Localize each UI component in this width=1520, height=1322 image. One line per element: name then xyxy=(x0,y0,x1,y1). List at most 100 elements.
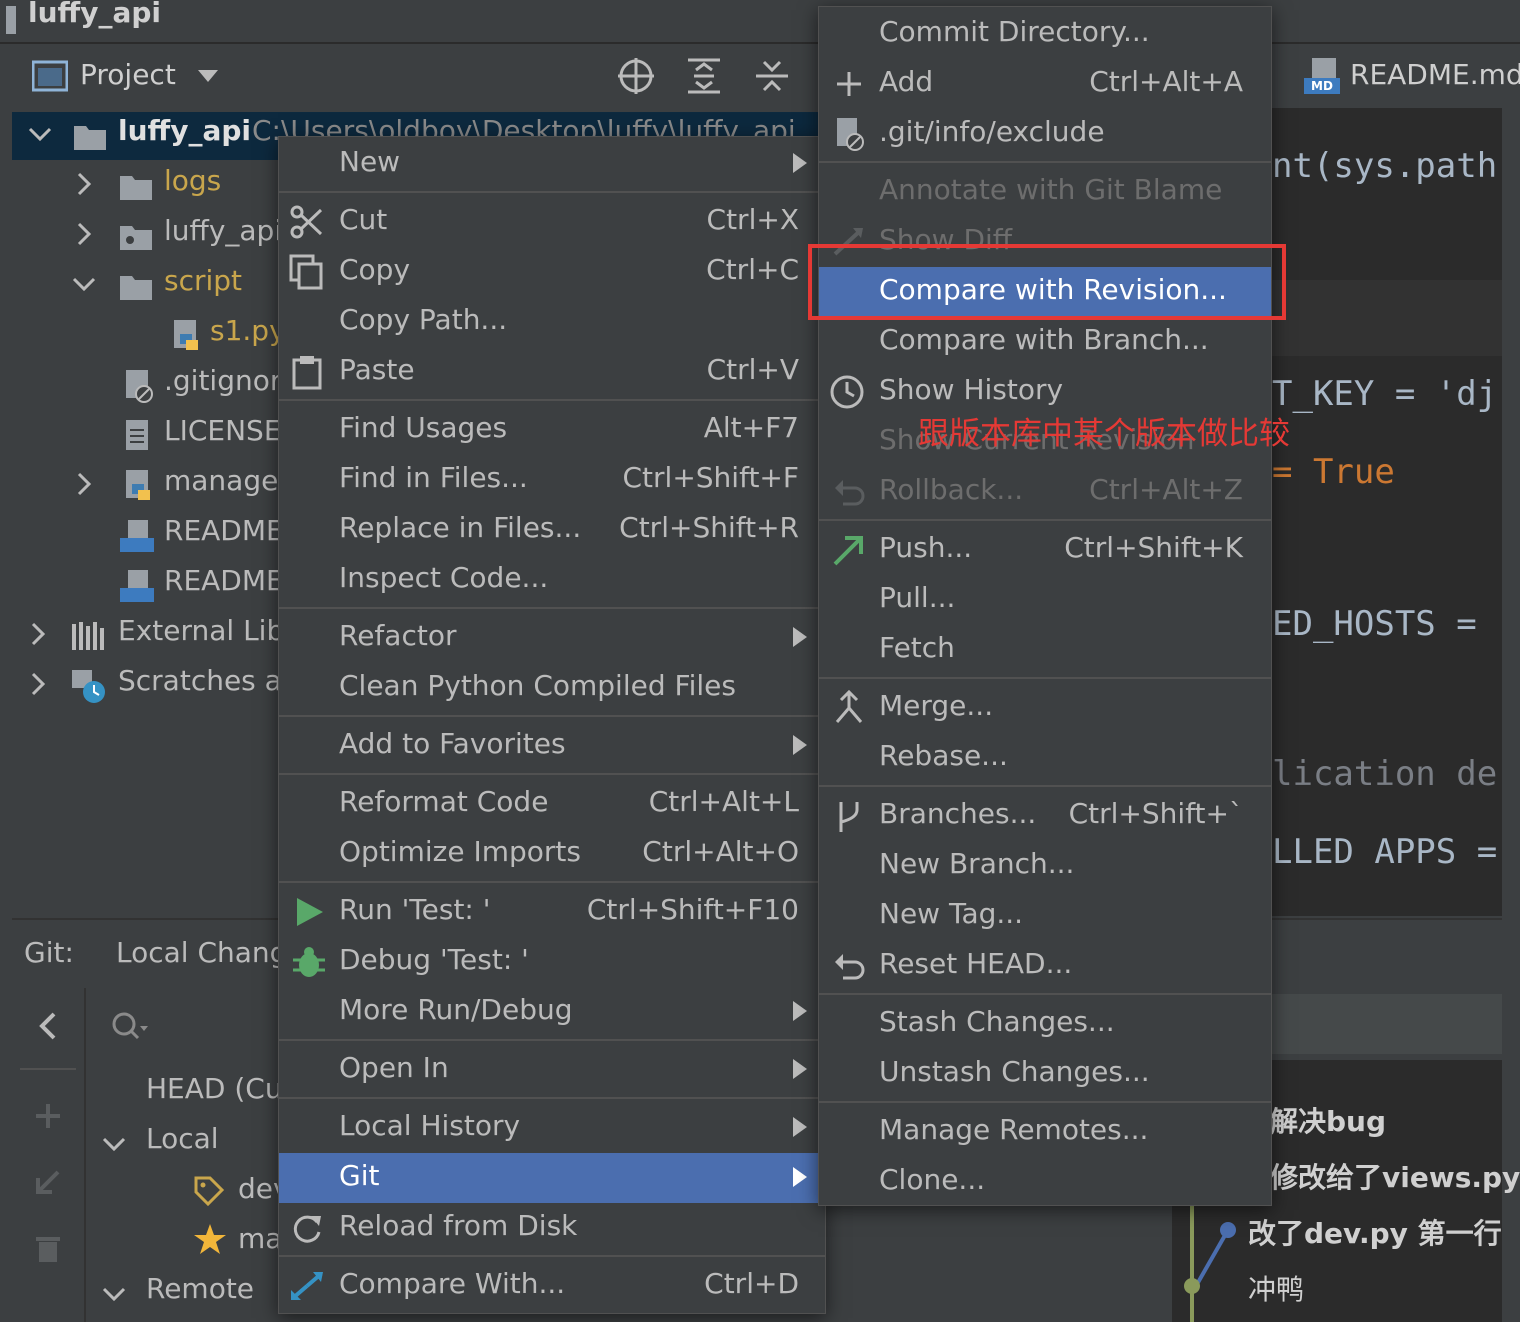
scratches-icon xyxy=(72,670,105,703)
menu-item-find-in-files[interactable]: Find in Files... Ctrl+Shift+F xyxy=(279,455,825,505)
chevron-right-icon[interactable] xyxy=(24,620,52,648)
menu-item-branches[interactable]: Branches... Ctrl+Shift+` xyxy=(819,791,1271,841)
menu-item-label: Git xyxy=(339,1159,380,1192)
menu-item-shortcut: Ctrl+Alt+L xyxy=(648,785,799,818)
menu-item-reload-from-disk[interactable]: Reload from Disk xyxy=(279,1203,825,1253)
commit-message[interactable]: 修改给了views.py的最 xyxy=(1270,1156,1520,1196)
branch-search[interactable] xyxy=(86,992,286,1060)
menu-item-merge[interactable]: Merge... xyxy=(819,683,1271,733)
code-editor[interactable] xyxy=(1270,108,1502,916)
title-bar: luffy_api xyxy=(0,0,1520,44)
menu-item-commit-directory[interactable]: Commit Directory... xyxy=(819,9,1271,59)
project-view-selector[interactable]: Project xyxy=(80,58,176,91)
menu-item-inspect-code[interactable]: Inspect Code... xyxy=(279,555,825,605)
chevron-right-icon[interactable] xyxy=(24,670,52,698)
menu-item-rebase[interactable]: Rebase... xyxy=(819,733,1271,783)
commit-message[interactable]: 冲鸭 xyxy=(1248,1268,1304,1308)
editor-tab-readme[interactable]: README.md xyxy=(1350,58,1520,91)
menu-item-git-info-exclude[interactable]: .git/info/exclude xyxy=(819,109,1271,159)
checkout-arrow-icon[interactable] xyxy=(32,1166,64,1198)
chevron-down-icon[interactable] xyxy=(196,68,220,84)
menu-item-annotate-git-blame[interactable]: Annotate with Git Blame xyxy=(819,167,1271,217)
menu-item-reformat-code[interactable]: Reformat Code Ctrl+Alt+L xyxy=(279,779,825,829)
menu-item-new-branch[interactable]: New Branch... xyxy=(819,841,1271,891)
paste-icon xyxy=(292,356,322,390)
clock-icon xyxy=(830,375,864,409)
branch-group-remote[interactable]: Remote xyxy=(146,1272,254,1305)
menu-item-optimize-imports[interactable]: Optimize Imports Ctrl+Alt+O xyxy=(279,829,825,879)
menu-item-find-usages[interactable]: Find Usages Alt+F7 xyxy=(279,405,825,455)
chevron-down-icon[interactable] xyxy=(26,120,54,148)
chevron-down-icon[interactable] xyxy=(70,270,98,298)
menu-item-label: Replace in Files... xyxy=(339,511,582,544)
menu-separator xyxy=(279,607,825,609)
menu-item-shortcut: Ctrl+Shift+F xyxy=(622,461,800,494)
menu-item-paste[interactable]: Paste Ctrl+V xyxy=(279,347,825,397)
menu-item-shortcut: Ctrl+D xyxy=(704,1267,799,1300)
menu-separator xyxy=(279,1039,825,1041)
menu-item-git[interactable]: Git xyxy=(279,1153,825,1203)
menu-item-clone[interactable]: Clone... xyxy=(819,1157,1271,1207)
menu-item-push[interactable]: Push... Ctrl+Shift+K xyxy=(819,525,1271,575)
menu-item-copy[interactable]: Copy Ctrl+C xyxy=(279,247,825,297)
trash-icon[interactable] xyxy=(32,1232,64,1264)
context-menu: New Cut Ctrl+X Copy Ctrl+C Copy Path... … xyxy=(278,136,826,1314)
menu-item-run-test[interactable]: Run 'Test: ' Ctrl+Shift+F10 xyxy=(279,887,825,937)
menu-item-open-in[interactable]: Open In xyxy=(279,1045,825,1095)
menu-item-local-history[interactable]: Local History xyxy=(279,1103,825,1153)
menu-item-label: Refactor xyxy=(339,619,457,652)
merge-icon xyxy=(835,690,863,723)
chevron-down-icon[interactable] xyxy=(100,1280,128,1308)
menu-item-add[interactable]: Add Ctrl+Alt+A xyxy=(819,59,1271,109)
menu-item-label: Local History xyxy=(339,1109,521,1142)
expand-all-icon[interactable] xyxy=(684,56,724,96)
submenu-arrow-icon xyxy=(793,1167,807,1187)
menu-item-label: Debug 'Test: ' xyxy=(339,943,529,976)
menu-item-new-tag[interactable]: New Tag... xyxy=(819,891,1271,941)
code-line: LLED APPS = xyxy=(1272,832,1498,872)
tree-item-label: luffy_api xyxy=(118,114,251,147)
branch-group-local[interactable]: Local xyxy=(146,1122,219,1155)
collapse-all-icon[interactable] xyxy=(752,56,792,96)
menu-item-label: Unstash Changes... xyxy=(879,1055,1150,1088)
menu-item-fetch[interactable]: Fetch xyxy=(819,625,1271,675)
menu-item-manage-remotes[interactable]: Manage Remotes... xyxy=(819,1107,1271,1157)
chevron-right-icon[interactable] xyxy=(70,220,98,248)
code-line: ED_HOSTS = xyxy=(1272,604,1477,644)
tree-item-label: luffy_api xyxy=(164,214,283,247)
menu-item-new[interactable]: New xyxy=(279,139,825,189)
menu-item-reset-head[interactable]: Reset HEAD... xyxy=(819,941,1271,991)
menu-item-pull[interactable]: Pull... xyxy=(819,575,1271,625)
menu-item-debug-test[interactable]: Debug 'Test: ' xyxy=(279,937,825,987)
chevron-right-icon[interactable] xyxy=(70,470,98,498)
menu-item-shortcut: Ctrl+Shift+` xyxy=(1068,797,1243,830)
menu-item-replace-in-files[interactable]: Replace in Files... Ctrl+Shift+R xyxy=(279,505,825,555)
submenu-arrow-icon xyxy=(793,1001,807,1021)
menu-item-unstash-changes[interactable]: Unstash Changes... xyxy=(819,1049,1271,1099)
menu-item-label: New Branch... xyxy=(879,847,1075,880)
compare-icon xyxy=(291,1272,323,1300)
chevron-down-icon[interactable] xyxy=(100,1130,128,1158)
menu-item-refactor[interactable]: Refactor xyxy=(279,613,825,663)
locate-icon[interactable] xyxy=(616,56,656,96)
menu-item-stash-changes[interactable]: Stash Changes... xyxy=(819,999,1271,1049)
chevron-left-icon[interactable] xyxy=(32,1010,64,1042)
chevron-right-icon[interactable] xyxy=(70,170,98,198)
menu-item-cut[interactable]: Cut Ctrl+X xyxy=(279,197,825,247)
menu-item-compare-with-branch[interactable]: Compare with Branch... xyxy=(819,317,1271,367)
menu-item-label: Open In xyxy=(339,1051,449,1084)
branches-tree[interactable]: HEAD (Current Branch) Local dev master R… xyxy=(86,1062,469,1322)
menu-item-rollback[interactable]: Rollback... Ctrl+Alt+Z xyxy=(819,467,1271,517)
menu-item-clean-python[interactable]: Clean Python Compiled Files xyxy=(279,663,825,713)
menu-item-add-to-favorites[interactable]: Add to Favorites xyxy=(279,721,825,771)
commit-message[interactable]: 改了dev.py 第一行 xyxy=(1248,1212,1502,1252)
copy-icon xyxy=(289,254,323,290)
commit-message[interactable]: 解决bug xyxy=(1270,1100,1386,1140)
plus-icon[interactable] xyxy=(32,1100,64,1132)
git-panel-label: Git: xyxy=(24,936,74,969)
menu-item-compare-with[interactable]: Compare With... Ctrl+D xyxy=(279,1261,825,1311)
menu-item-more-run-debug[interactable]: More Run/Debug xyxy=(279,987,825,1037)
menu-item-label: Reload from Disk xyxy=(339,1209,578,1242)
menu-item-copy-path[interactable]: Copy Path... xyxy=(279,297,825,347)
menu-item-shortcut: Ctrl+Alt+O xyxy=(642,835,799,868)
